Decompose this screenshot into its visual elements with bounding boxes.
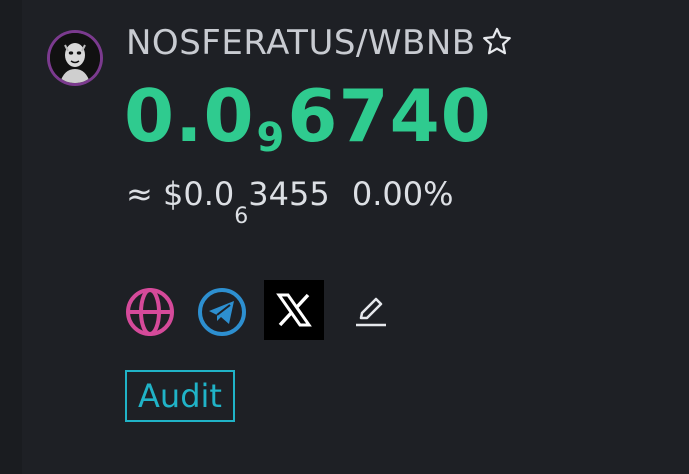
- star-icon[interactable]: [480, 25, 516, 61]
- token-avatar: [47, 30, 103, 86]
- price-lead: 0.0: [124, 74, 255, 158]
- pair-name: NOSFERATUS/WBNB: [126, 23, 476, 63]
- pair-header: NOSFERATUS/WBNB: [126, 20, 516, 66]
- telegram-icon[interactable]: [196, 286, 248, 338]
- usd-price-row: ≈ $0.063455 0.00%: [126, 172, 454, 229]
- x-logo-icon[interactable]: [264, 280, 324, 340]
- nosferatu-avatar-icon: [50, 33, 100, 83]
- token-price: 0.096740: [124, 74, 492, 170]
- price-digits: 6740: [287, 74, 492, 158]
- price-zero-count: 9: [256, 115, 286, 161]
- price-change: 0.00%: [351, 175, 454, 213]
- approx-symbol: ≈: [126, 175, 153, 213]
- left-edge-panel: [0, 0, 22, 474]
- usd-digits: 3455: [248, 175, 330, 213]
- audit-button[interactable]: Audit: [125, 370, 235, 422]
- globe-icon[interactable]: [124, 286, 176, 338]
- usd-lead: $0.0: [162, 175, 235, 213]
- usd-zero-count: 6: [234, 204, 249, 229]
- pencil-icon[interactable]: [352, 292, 390, 330]
